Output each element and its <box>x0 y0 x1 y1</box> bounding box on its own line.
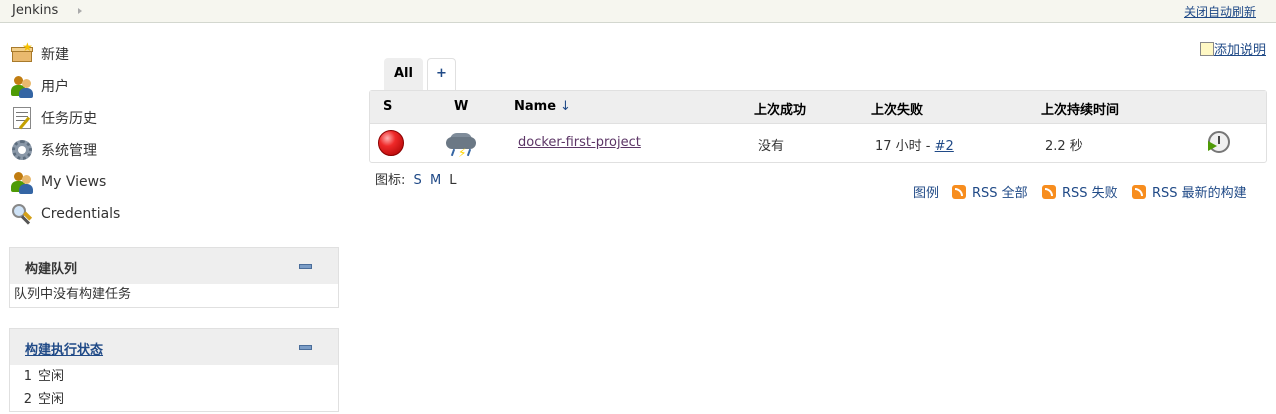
icon-size-label: 图标: <box>375 173 406 188</box>
sort-arrow-icon: ↓ <box>560 99 571 114</box>
executor-number: 2 <box>23 392 32 407</box>
column-last-failure[interactable]: 上次失败 <box>871 99 923 118</box>
breadcrumb-bar: Jenkins 关闭自动刷新 <box>0 0 1276 23</box>
icon-size-large: L <box>449 173 457 188</box>
rss-icon <box>1042 185 1056 199</box>
sidebar-tasks: ★ 新建 用户 任务历史 系统管理 My Views Credentials <box>10 38 120 230</box>
job-name-link[interactable]: docker-first-project <box>518 135 641 150</box>
last-duration-value: 2.2 秒 <box>1045 139 1083 154</box>
tab-all[interactable]: All <box>384 58 423 90</box>
rss-icon <box>1132 185 1146 199</box>
jobs-table: S W Name ↓ 上次成功 上次失败 上次持续时间 ⚡ docker-firs… <box>369 90 1267 163</box>
build-queue-title: 构建队列 <box>25 262 78 277</box>
rss-latest-link-wrap[interactable]: RSS 最新的构建 <box>1132 182 1247 201</box>
schedule-build-icon[interactable] <box>1208 131 1230 153</box>
disable-auto-refresh-link[interactable]: 关闭自动刷新 <box>1184 3 1256 20</box>
sidebar-item-my-views[interactable]: My Views <box>10 166 120 198</box>
sidebar-item-label: 系统管理 <box>41 143 97 159</box>
add-description-link[interactable]: 添加说明 <box>1214 39 1266 58</box>
icon-size-selector: 图标: S M L <box>375 169 457 188</box>
users-icon <box>10 170 34 194</box>
sidebar-item-users[interactable]: 用户 <box>10 70 120 102</box>
sidebar-item-label: 新建 <box>41 47 69 63</box>
icon-size-medium[interactable]: M <box>430 173 441 188</box>
column-last-success[interactable]: 上次成功 <box>754 99 806 118</box>
storm-icon: ⚡ <box>446 127 478 159</box>
gear-icon <box>10 138 34 162</box>
rss-all-link[interactable]: RSS 全部 <box>972 186 1028 201</box>
sidebar-item-manage[interactable]: 系统管理 <box>10 134 120 166</box>
jobs-table-header: S W Name ↓ 上次成功 上次失败 上次持续时间 <box>370 91 1266 124</box>
tab-add-view[interactable]: + <box>427 58 456 90</box>
rss-icon <box>952 185 966 199</box>
executor-row: 1 空闲 <box>10 365 338 388</box>
column-last-duration[interactable]: 上次持续时间 <box>1041 99 1119 118</box>
rss-failed-link[interactable]: RSS 失败 <box>1062 186 1118 201</box>
sidebar-item-label: 用户 <box>41 79 69 95</box>
collapse-icon[interactable] <box>299 264 312 269</box>
icon-size-small[interactable]: S <box>414 173 422 188</box>
users-icon <box>10 74 34 98</box>
executor-status: 空闲 <box>38 369 65 384</box>
sidebar-item-build-history[interactable]: 任务历史 <box>10 102 120 134</box>
last-failure-time: 17 小时 - <box>875 139 935 154</box>
new-item-icon: ★ <box>10 41 34 66</box>
edit-description-icon[interactable] <box>1200 42 1214 56</box>
executor-status: 空闲 <box>38 392 65 407</box>
build-queue-empty: 队列中没有构建任务 <box>14 287 132 302</box>
rss-failed-link-wrap[interactable]: RSS 失败 <box>1042 182 1118 201</box>
sidebar-item-label: 任务历史 <box>41 111 97 127</box>
build-queue-header: 构建队列 <box>10 248 338 284</box>
last-success-value: 没有 <box>758 139 785 154</box>
build-queue-pane: 构建队列 队列中没有构建任务 <box>9 247 339 308</box>
status-failed-icon <box>378 130 404 156</box>
rss-all-link-wrap[interactable]: RSS 全部 <box>952 182 1028 201</box>
last-failure-value: 17 小时 - #2 <box>875 135 954 154</box>
last-failure-build-link[interactable]: #2 <box>935 139 954 154</box>
legend-link[interactable]: 图例 <box>913 182 939 201</box>
executor-status-header: 构建执行状态 <box>10 329 338 365</box>
collapse-icon[interactable] <box>299 345 312 350</box>
column-name[interactable]: Name ↓ <box>514 99 571 114</box>
executor-status-pane: 构建执行状态 1 空闲 2 空闲 <box>9 328 339 412</box>
executor-row: 2 空闲 <box>10 388 338 411</box>
executor-number: 1 <box>23 369 32 384</box>
sidebar-item-new[interactable]: ★ 新建 <box>10 38 120 70</box>
sidebar-item-label: Credentials <box>41 206 121 222</box>
column-name-label: Name <box>514 99 557 114</box>
credentials-icon <box>10 202 34 226</box>
breadcrumb-jenkins[interactable]: Jenkins <box>12 3 58 18</box>
breadcrumb-arrow-icon[interactable] <box>78 8 82 14</box>
sidebar-item-credentials[interactable]: Credentials <box>10 198 120 230</box>
build-history-icon <box>10 106 34 130</box>
column-status[interactable]: S <box>383 99 392 114</box>
executor-status-title[interactable]: 构建执行状态 <box>25 339 103 358</box>
sidebar-item-label: My Views <box>41 174 107 190</box>
column-weather[interactable]: W <box>454 99 468 114</box>
rss-latest-link[interactable]: RSS 最新的构建 <box>1152 186 1247 201</box>
